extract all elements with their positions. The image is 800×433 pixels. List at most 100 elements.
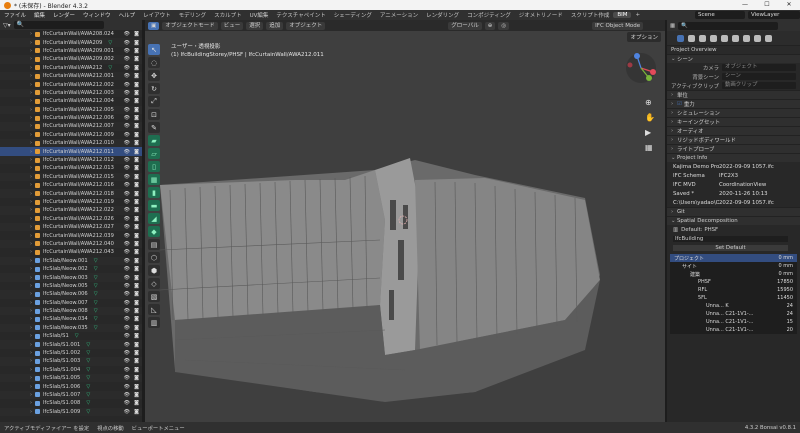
expand-arrow-icon[interactable]: › bbox=[30, 241, 32, 247]
project-tab-icon[interactable] bbox=[677, 34, 684, 42]
object-mode-dropdown[interactable]: オブジェクトモード bbox=[162, 21, 218, 30]
render-camera-icon[interactable]: ◙ bbox=[134, 132, 139, 138]
render-camera-icon[interactable]: ◙ bbox=[134, 40, 139, 46]
workspace-tab[interactable]: スカルプト bbox=[210, 11, 246, 19]
gravity-checkbox[interactable]: ☑ bbox=[677, 101, 682, 107]
expand-arrow-icon[interactable]: › bbox=[30, 333, 32, 339]
audio-panel-header[interactable]: › オーディオ bbox=[667, 126, 800, 135]
outliner-row[interactable]: › IfcCurtainWall/AWA212.040 👁 ◙ bbox=[0, 239, 142, 249]
visibility-eye-icon[interactable]: 👁 bbox=[124, 132, 130, 138]
ifc-column-tool-icon[interactable]: ▮ bbox=[148, 187, 160, 198]
pan-hand-icon[interactable]: ✋ bbox=[645, 113, 655, 122]
workspace-tab[interactable]: テクスチャペイント bbox=[272, 11, 329, 19]
visibility-eye-icon[interactable]: 👁 bbox=[124, 358, 130, 364]
workspace-tab[interactable]: シェーディング bbox=[330, 11, 376, 19]
expand-arrow-icon[interactable]: › bbox=[30, 316, 32, 322]
scheduling-tab-icon[interactable] bbox=[754, 34, 761, 42]
visibility-eye-icon[interactable]: 👁 bbox=[124, 350, 130, 356]
visibility-eye-icon[interactable]: 👁 bbox=[124, 149, 130, 155]
building-field[interactable]: IfcBuilding bbox=[673, 235, 788, 242]
outliner-row[interactable]: › IfcCurtainWall/AWA212.039 👁 ◙ bbox=[0, 231, 142, 239]
outliner-row[interactable]: › IfcCurtainWall/AWA212 ▽ 👁 ◙ bbox=[0, 64, 142, 72]
expand-arrow-icon[interactable]: › bbox=[30, 216, 32, 222]
visibility-eye-icon[interactable]: 👁 bbox=[124, 308, 130, 314]
visibility-eye-icon[interactable]: 👁 bbox=[124, 342, 130, 348]
gravity-panel-header[interactable]: › ☑ 重力 bbox=[667, 99, 800, 108]
expand-arrow-icon[interactable]: › bbox=[30, 325, 32, 331]
object-tab-icon[interactable] bbox=[699, 34, 706, 42]
outliner-row[interactable]: › IfcCurtainWall/AWA212.026 👁 ◙ bbox=[0, 215, 142, 223]
navigation-gizmo-icon[interactable] bbox=[623, 48, 659, 88]
render-camera-icon[interactable]: ◙ bbox=[134, 350, 139, 356]
render-camera-icon[interactable]: ◙ bbox=[134, 182, 139, 188]
outliner-row[interactable]: › IfcCurtainWall/AWA212.003 👁 ◙ bbox=[0, 88, 142, 98]
visibility-eye-icon[interactable]: 👁 bbox=[124, 182, 130, 188]
render-camera-icon[interactable]: ◙ bbox=[134, 140, 139, 146]
spatial-tree-row[interactable]: Unna... K 24 bbox=[670, 302, 797, 310]
expand-arrow-icon[interactable]: › bbox=[30, 384, 32, 390]
render-camera-icon[interactable]: ◙ bbox=[134, 216, 139, 222]
menu-file[interactable]: ファイル bbox=[0, 11, 30, 19]
render-camera-icon[interactable]: ◙ bbox=[134, 325, 139, 331]
visibility-eye-icon[interactable]: 👁 bbox=[124, 73, 130, 79]
keying-sets-panel-header[interactable]: › キーイングセット bbox=[667, 117, 800, 126]
visibility-eye-icon[interactable]: 👁 bbox=[124, 291, 130, 297]
visibility-eye-icon[interactable]: 👁 bbox=[124, 31, 130, 37]
spatial-tree-row[interactable]: Unna... C21-1V1-... 15 bbox=[670, 318, 797, 326]
render-camera-icon[interactable]: ◙ bbox=[134, 207, 139, 213]
transform-tool-icon[interactable]: ⊡ bbox=[148, 109, 160, 120]
visibility-eye-icon[interactable]: 👁 bbox=[124, 300, 130, 306]
maximize-button[interactable]: ☐ bbox=[756, 0, 778, 10]
expand-arrow-icon[interactable]: › bbox=[30, 300, 32, 306]
project-info-panel-header[interactable]: ⌄ Project Info bbox=[667, 153, 800, 162]
render-camera-icon[interactable]: ◙ bbox=[134, 65, 139, 71]
expand-arrow-icon[interactable]: › bbox=[30, 132, 32, 138]
outliner-row[interactable]: › IfcSlab/Neow.005 ▽ 👁 ◙ bbox=[0, 282, 142, 290]
visibility-eye-icon[interactable]: 👁 bbox=[124, 191, 130, 197]
render-camera-icon[interactable]: ◙ bbox=[134, 400, 139, 406]
outliner-row[interactable]: › IfcCurtainWall/AWA212.019 👁 ◙ bbox=[0, 198, 142, 206]
visibility-eye-icon[interactable]: 👁 bbox=[124, 140, 130, 146]
git-panel-header[interactable]: › Git bbox=[667, 207, 800, 216]
expand-arrow-icon[interactable]: › bbox=[30, 90, 32, 96]
expand-arrow-icon[interactable]: › bbox=[30, 98, 32, 104]
ifc-slab-tool-icon[interactable]: ▱ bbox=[148, 148, 160, 159]
expand-arrow-icon[interactable]: › bbox=[30, 165, 32, 171]
render-camera-icon[interactable]: ◙ bbox=[134, 275, 139, 281]
set-default-button[interactable]: Set Default bbox=[673, 244, 788, 251]
render-camera-icon[interactable]: ◙ bbox=[134, 165, 139, 171]
outliner-row[interactable]: › IfcCurtainWall/AWA212.022 👁 ◙ bbox=[0, 206, 142, 215]
background-scene-field[interactable]: シーン bbox=[722, 73, 796, 80]
visibility-eye-icon[interactable]: 👁 bbox=[124, 174, 130, 180]
render-camera-icon[interactable]: ◙ bbox=[134, 358, 139, 364]
spatial-tree-row[interactable]: プロジェクト 0 mm bbox=[670, 254, 797, 262]
outliner-row[interactable]: › IfcSlab/Neow.035 ▽ 👁 ◙ bbox=[0, 323, 142, 333]
select-tool-icon[interactable]: ↖ bbox=[148, 44, 160, 55]
outliner-row[interactable]: › IfcCurtainWall/AWA212.002 👁 ◙ bbox=[0, 80, 142, 88]
outliner-row[interactable]: › IfcSlab/S1.002 ▽ 👁 ◙ bbox=[0, 349, 142, 357]
outliner-search-input[interactable]: 🔍 bbox=[13, 21, 104, 29]
ifc-door-tool-icon[interactable]: ▯ bbox=[148, 161, 160, 172]
visibility-eye-icon[interactable]: 👁 bbox=[124, 266, 130, 272]
render-camera-icon[interactable]: ◙ bbox=[134, 241, 139, 247]
render-camera-icon[interactable]: ◙ bbox=[134, 56, 139, 62]
expand-arrow-icon[interactable]: › bbox=[30, 224, 32, 230]
render-camera-icon[interactable]: ◙ bbox=[134, 266, 139, 272]
render-camera-icon[interactable]: ◙ bbox=[134, 107, 139, 113]
snap-icon[interactable]: ⊕ bbox=[484, 21, 496, 30]
move-tool-icon[interactable]: ✥ bbox=[148, 70, 160, 81]
outliner-row[interactable]: › IfcSlab/S1.009 ▽ 👁 ◙ bbox=[0, 407, 142, 416]
render-camera-icon[interactable]: ◙ bbox=[134, 258, 139, 264]
camera-field[interactable]: オブジェクト bbox=[722, 64, 796, 71]
ifc-element-tool-icon[interactable]: ▤ bbox=[148, 239, 160, 250]
expand-arrow-icon[interactable]: › bbox=[30, 191, 32, 197]
workspace-tab[interactable]: ジオメトリノード bbox=[515, 11, 567, 19]
outliner-row[interactable]: › IfcCurtainWall/AWA212.007 👁 ◙ bbox=[0, 122, 142, 131]
expand-arrow-icon[interactable]: › bbox=[30, 258, 32, 264]
service-tab-icon[interactable] bbox=[721, 34, 728, 42]
spatial-panel-header[interactable]: ⌄ Spatial Decomposition bbox=[667, 216, 800, 225]
outliner-row[interactable]: › IfcSlab/S1.003 ▽ 👁 ◙ bbox=[0, 357, 142, 366]
render-camera-icon[interactable]: ◙ bbox=[134, 191, 139, 197]
render-camera-icon[interactable]: ◙ bbox=[134, 308, 139, 314]
select-box-icon[interactable]: ▣ bbox=[148, 21, 160, 30]
